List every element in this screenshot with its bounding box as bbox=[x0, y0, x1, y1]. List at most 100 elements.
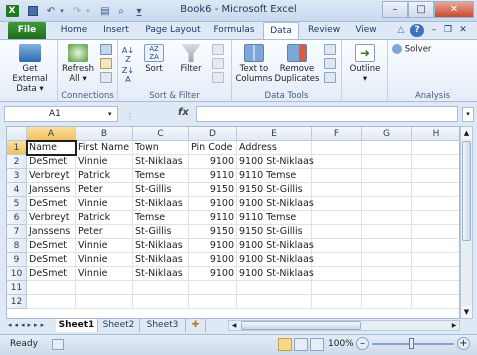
sheet-tab-1[interactable]: Sheet1 bbox=[56, 319, 98, 332]
cell-E6[interactable]: 9110 Temse bbox=[237, 211, 312, 225]
get-external-data-button[interactable]: Get External Data ▾ bbox=[4, 44, 56, 94]
insert-sheet-icon[interactable]: ✚ bbox=[186, 319, 206, 332]
cell-A8[interactable]: DeSmet bbox=[27, 239, 76, 253]
cell-B5[interactable]: Vinnie bbox=[76, 197, 133, 211]
cell-A11[interactable] bbox=[27, 281, 76, 295]
remove-duplicates-button[interactable]: Remove Duplicates bbox=[274, 44, 320, 84]
cell-C5[interactable]: St-Niklaas bbox=[133, 197, 189, 211]
cell-D6[interactable]: 9110 bbox=[189, 211, 237, 225]
cell-G10[interactable] bbox=[362, 267, 412, 281]
cell-D10[interactable]: 9100 bbox=[189, 267, 237, 281]
cell-B10[interactable]: Vinnie bbox=[76, 267, 133, 281]
cell-G12[interactable] bbox=[362, 295, 412, 309]
sheet-nav-icons[interactable]: ◂◂◂▸▸▸ bbox=[8, 319, 47, 332]
formula-input[interactable] bbox=[196, 106, 458, 122]
row-header-3[interactable]: 3 bbox=[7, 169, 27, 183]
cell-A6[interactable]: Verbreyt bbox=[27, 211, 76, 225]
zoom-in-icon[interactable]: + bbox=[457, 337, 470, 350]
cell-F11[interactable] bbox=[312, 281, 362, 295]
column-header-d[interactable]: D bbox=[189, 127, 237, 141]
scroll-down-icon[interactable]: ▼ bbox=[461, 306, 472, 318]
cell-E10[interactable]: 9100 St-Niklaas bbox=[237, 267, 314, 281]
cell-D12[interactable] bbox=[189, 295, 237, 309]
properties-icon[interactable] bbox=[100, 58, 112, 69]
tab-data[interactable]: Data bbox=[263, 22, 299, 39]
row-header-5[interactable]: 5 bbox=[7, 197, 27, 211]
refresh-all-button[interactable]: Refresh All ▾ bbox=[60, 44, 96, 84]
cell-F7[interactable] bbox=[312, 225, 362, 239]
cell-G2[interactable] bbox=[362, 155, 412, 169]
doc-restore-icon[interactable]: ❐ bbox=[442, 22, 454, 39]
cell-G3[interactable] bbox=[362, 169, 412, 183]
cell-C3[interactable]: Temse bbox=[133, 169, 189, 183]
cell-F1[interactable] bbox=[312, 141, 362, 155]
cell-B1[interactable]: First Name bbox=[76, 141, 133, 155]
cell-F8[interactable] bbox=[312, 239, 362, 253]
consolidate-icon[interactable] bbox=[324, 58, 336, 69]
cell-F3[interactable] bbox=[312, 169, 362, 183]
minimize-ribbon-icon[interactable]: △ bbox=[395, 22, 407, 39]
tab-file[interactable]: File bbox=[8, 22, 46, 39]
cell-F10[interactable] bbox=[312, 267, 362, 281]
cell-C1[interactable]: Town bbox=[133, 141, 189, 155]
cell-A2[interactable]: DeSmet bbox=[27, 155, 76, 169]
normal-view-icon[interactable] bbox=[278, 338, 292, 351]
cell-D3[interactable]: 9110 bbox=[189, 169, 237, 183]
cell-F12[interactable] bbox=[312, 295, 362, 309]
cell-D5[interactable]: 9100 bbox=[189, 197, 237, 211]
column-header-g[interactable]: G bbox=[362, 127, 412, 141]
cell-D8[interactable]: 9100 bbox=[189, 239, 237, 253]
cell-G8[interactable] bbox=[362, 239, 412, 253]
column-header-e[interactable]: E bbox=[237, 127, 312, 141]
cell-G4[interactable] bbox=[362, 183, 412, 197]
cell-E2[interactable]: 9100 St-Niklaas bbox=[237, 155, 314, 169]
cell-H8[interactable] bbox=[412, 239, 459, 253]
worksheet-grid[interactable]: ABCDEFGH 1 Name First Name Town Pin Code Addr… bbox=[6, 126, 460, 319]
row-header-9[interactable]: 9 bbox=[7, 253, 27, 267]
horizontal-scroll-thumb[interactable] bbox=[241, 321, 361, 330]
cell-E4[interactable]: 9150 St-Gillis bbox=[237, 183, 312, 197]
cell-F2[interactable] bbox=[312, 155, 362, 169]
row-header-12[interactable]: 12 bbox=[7, 295, 27, 309]
column-header-b[interactable]: B bbox=[76, 127, 133, 141]
row-header-7[interactable]: 7 bbox=[7, 225, 27, 239]
cell-B12[interactable] bbox=[76, 295, 133, 309]
cell-F5[interactable] bbox=[312, 197, 362, 211]
sheet-tab-2[interactable]: Sheet2 bbox=[98, 319, 140, 332]
cell-C9[interactable]: St-Niklaas bbox=[133, 253, 189, 267]
row-header-8[interactable]: 8 bbox=[7, 239, 27, 253]
clear-filter-icon[interactable] bbox=[212, 44, 224, 55]
scroll-right-icon[interactable]: ▶ bbox=[449, 321, 459, 330]
text-to-columns-button[interactable]: Text to Columns bbox=[234, 44, 274, 84]
outline-button[interactable]: ➜ Outline ▾ bbox=[346, 44, 384, 84]
row-header-2[interactable]: 2 bbox=[7, 155, 27, 169]
tab-home[interactable]: Home bbox=[56, 22, 92, 39]
cell-H2[interactable] bbox=[412, 155, 459, 169]
data-validation-icon[interactable] bbox=[324, 44, 336, 55]
row-header-1[interactable]: 1 bbox=[7, 141, 27, 155]
cell-C10[interactable]: St-Niklaas bbox=[133, 267, 189, 281]
cell-E12[interactable] bbox=[237, 295, 312, 309]
sheet-tab-3[interactable]: Sheet3 bbox=[140, 319, 186, 332]
row-header-6[interactable]: 6 bbox=[7, 211, 27, 225]
cell-H11[interactable] bbox=[412, 281, 459, 295]
cell-E8[interactable]: 9100 St-Niklaas bbox=[237, 239, 314, 253]
cell-E1[interactable]: Address bbox=[237, 141, 312, 155]
sort-a-to-z-icon[interactable]: A↓ Z bbox=[120, 46, 136, 64]
vertical-scrollbar[interactable]: ▲ ▼ bbox=[460, 126, 473, 319]
cell-H7[interactable] bbox=[412, 225, 459, 239]
cell-G7[interactable] bbox=[362, 225, 412, 239]
cell-A3[interactable]: Verbreyt bbox=[27, 169, 76, 183]
cell-B6[interactable]: Patrick bbox=[76, 211, 133, 225]
edit-links-icon[interactable] bbox=[100, 72, 112, 83]
cell-F6[interactable] bbox=[312, 211, 362, 225]
tab-formulas[interactable]: Formulas bbox=[210, 22, 258, 39]
cell-B4[interactable]: Peter bbox=[76, 183, 133, 197]
cell-C2[interactable]: St-Niklaas bbox=[133, 155, 189, 169]
cell-B3[interactable]: Patrick bbox=[76, 169, 133, 183]
column-header-c[interactable]: C bbox=[133, 127, 189, 141]
zoom-out-icon[interactable]: – bbox=[356, 337, 369, 350]
cell-H5[interactable] bbox=[412, 197, 459, 211]
cell-H12[interactable] bbox=[412, 295, 459, 309]
reapply-icon[interactable] bbox=[212, 58, 224, 69]
